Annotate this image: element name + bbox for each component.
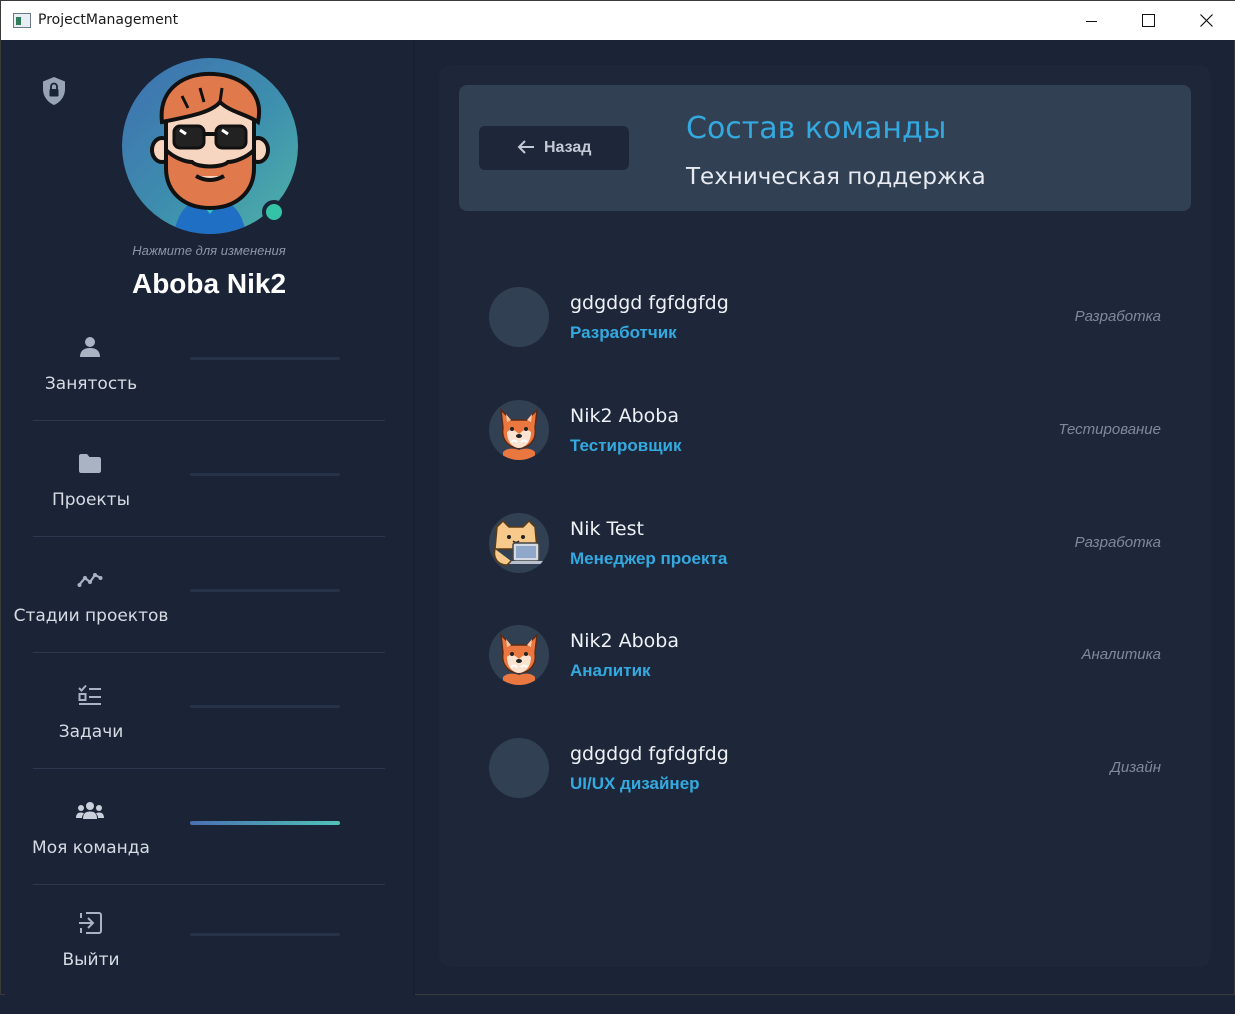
nav-indicator <box>190 357 340 360</box>
nav-label: Выйти <box>62 950 120 970</box>
nav-divider <box>33 420 385 421</box>
member-name: Nik2 Aboba <box>570 405 680 427</box>
nav-item-projects[interactable]: Проекты <box>5 438 413 554</box>
member-role: UI/UX дизайнер <box>570 774 700 793</box>
member-department: Дизайн <box>1110 759 1161 776</box>
nav-indicator-active <box>190 821 340 825</box>
member-row[interactable]: Nik Test Менеджер проекта Разработка <box>489 513 1169 593</box>
title-bar: ProjectManagement <box>1 1 1235 40</box>
shield-lock-icon[interactable] <box>41 76 67 106</box>
member-role: Тестировщик <box>570 436 682 455</box>
nav-item-my-team[interactable]: Моя команда <box>5 786 413 902</box>
nav-item-project-stages[interactable]: Стадии проектов <box>5 554 413 670</box>
team-header: Назад Состав команды Техническая поддерж… <box>459 85 1191 211</box>
nav-label: Задачи <box>58 722 124 742</box>
sidebar-divider <box>413 40 415 996</box>
member-avatar <box>489 513 549 573</box>
member-department: Аналитика <box>1081 646 1162 663</box>
member-name: gdgdgd fgfdgfdg <box>570 743 729 765</box>
nav-divider <box>33 536 385 537</box>
team-icon <box>76 802 104 819</box>
nav-label: Занятость <box>44 374 138 394</box>
member-role: Менеджер проекта <box>570 549 728 568</box>
back-button[interactable]: Назад <box>479 126 629 170</box>
trend-line-icon <box>77 573 103 587</box>
page-title: Состав команды <box>686 111 947 146</box>
member-name: Nik Test <box>570 518 644 540</box>
avatar-change-hint: Нажмите для изменения <box>132 243 286 258</box>
cat-laptop-avatar-icon <box>493 519 543 566</box>
nav-item-employment[interactable]: Занятость <box>5 322 413 438</box>
member-row[interactable]: gdgdgd fgfdgfdg Разработчик Разработка <box>489 287 1169 367</box>
team-name: Техническая поддержка <box>686 164 986 190</box>
nav-divider <box>33 768 385 769</box>
member-name: Nik2 Aboba <box>570 630 680 652</box>
team-panel: Назад Состав команды Техническая поддерж… <box>439 65 1211 967</box>
nav-label: Моя команда <box>32 838 150 858</box>
person-icon <box>80 337 100 357</box>
window-title: ProjectManagement <box>38 12 179 28</box>
member-role: Разработчик <box>570 323 677 342</box>
member-row[interactable]: Nik2 Aboba Тестировщик Тестирование <box>489 400 1169 480</box>
nav-label: Проекты <box>51 490 131 510</box>
member-role: Аналитик <box>570 661 651 680</box>
minimize-button[interactable] <box>1062 1 1120 40</box>
nav-indicator <box>190 473 340 476</box>
nav-indicator <box>190 933 340 936</box>
app-window: ProjectManagement Нажмите для изменения … <box>0 0 1235 996</box>
nav-indicator <box>190 589 340 592</box>
nav-divider <box>33 884 385 885</box>
logout-icon <box>79 912 102 934</box>
online-status-indicator <box>262 200 286 224</box>
member-department: Разработка <box>1074 308 1161 325</box>
fox-avatar-icon <box>500 407 538 460</box>
nav-item-logout[interactable]: Выйти <box>5 898 413 1014</box>
maximize-button[interactable] <box>1120 1 1178 40</box>
member-avatar <box>489 625 549 685</box>
member-avatar <box>489 738 549 798</box>
sidebar: Нажмите для изменения Aboba Nik2 Занятос… <box>5 40 413 996</box>
app-icon <box>13 13 31 28</box>
arrow-left-icon <box>517 140 534 154</box>
member-avatar <box>489 400 549 460</box>
member-department: Тестирование <box>1058 421 1161 438</box>
user-name: Aboba Nik2 <box>131 268 287 299</box>
member-avatar <box>489 287 549 347</box>
member-name: gdgdgd fgfdgfdg <box>570 292 729 314</box>
nav-label: Стадии проектов <box>13 606 169 626</box>
nav-item-tasks[interactable]: Задачи <box>5 670 413 786</box>
checklist-icon <box>78 684 101 705</box>
close-icon <box>1200 14 1213 27</box>
back-label: Назад <box>544 139 592 156</box>
member-row[interactable]: Nik2 Aboba Аналитик Аналитика <box>489 625 1169 705</box>
nav-divider <box>33 652 385 653</box>
member-row[interactable]: gdgdgd fgfdgfdg UI/UX дизайнер Дизайн <box>489 738 1169 818</box>
folder-icon <box>79 454 101 473</box>
close-button[interactable] <box>1178 1 1235 40</box>
fox-avatar-icon <box>500 632 538 685</box>
nav-indicator <box>190 705 340 708</box>
member-department: Разработка <box>1074 534 1161 551</box>
